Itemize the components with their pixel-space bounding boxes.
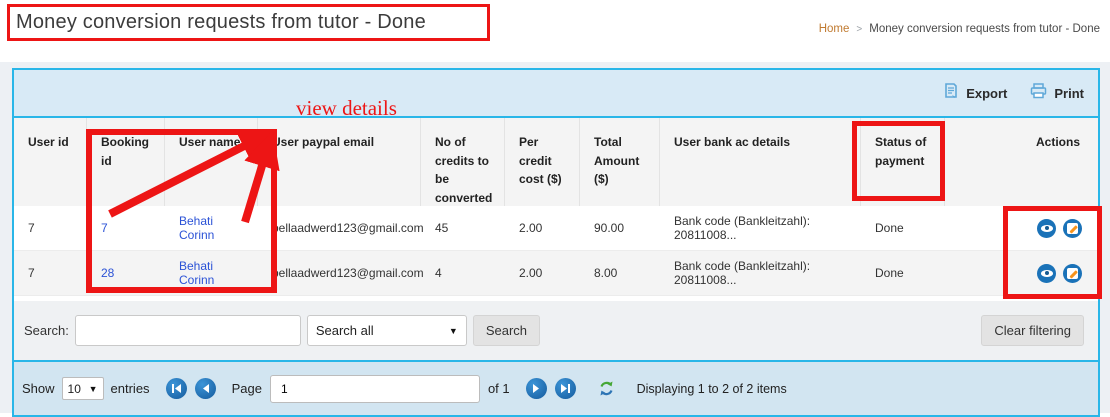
cell-bank-details: Bank code (Bankleitzahl): 20811008... [660, 206, 861, 250]
show-label: Show [22, 381, 55, 396]
breadcrumb-home-link[interactable]: Home [819, 23, 850, 35]
cell-per-credit-cost: 2.00 [505, 206, 580, 250]
breadcrumb-separator: > [856, 24, 862, 35]
cell-total-amount: 8.00 [580, 251, 660, 295]
search-filter-select[interactable]: Search all ▼ [307, 315, 467, 346]
eye-pupil-icon [1045, 226, 1049, 230]
cell-per-credit-cost: 2.00 [505, 251, 580, 295]
col-header-bank-details: User bank ac details [660, 118, 861, 206]
cell-total-amount: 90.00 [580, 206, 660, 250]
next-page-icon [531, 383, 542, 394]
cell-status: Done [861, 206, 945, 250]
print-button[interactable]: Print [1029, 82, 1084, 105]
cell-booking-id: 7 [87, 206, 165, 250]
cell-booking-id: 28 [87, 251, 165, 295]
cell-user-name: Behati Corinn [165, 251, 258, 295]
cell-actions [945, 251, 1098, 295]
entries-select[interactable]: 10 ▼ [62, 377, 104, 400]
cell-user-id: 7 [14, 251, 87, 295]
entries-value: 10 [68, 382, 81, 396]
col-header-user-name: User name [165, 118, 258, 206]
edit-icon[interactable] [1063, 219, 1082, 238]
view-icon[interactable] [1037, 264, 1056, 283]
page-header: Money conversion requests from tutor - D… [0, 0, 1110, 62]
chevron-down-icon: ▼ [449, 326, 458, 336]
booking-id-link[interactable]: 7 [101, 221, 108, 235]
table-toolbar: Export Print [14, 70, 1098, 118]
cell-status: Done [861, 251, 945, 295]
col-header-status: Status of payment [861, 118, 945, 206]
user-name-link[interactable]: Behati Corinn [179, 259, 250, 287]
table-header-row: User id Booking id User name User paypal… [14, 118, 1098, 206]
edit-icon[interactable] [1063, 264, 1082, 283]
user-name-link[interactable]: Behati Corinn [179, 214, 250, 242]
cell-bank-details: Bank code (Bankleitzahl): 20811008... [660, 251, 861, 295]
first-page-icon [171, 383, 182, 394]
eye-pupil-icon [1045, 271, 1049, 275]
refresh-icon [598, 380, 615, 397]
prev-page-button[interactable] [195, 378, 216, 399]
cell-paypal-email: bellaadwerd123@gmail.com [258, 206, 421, 250]
content-panel: Export Print User id Booking id User nam… [12, 68, 1100, 417]
page-label: Page [232, 381, 262, 396]
page-of-label: of 1 [488, 381, 510, 396]
booking-id-link[interactable]: 28 [101, 266, 114, 280]
view-icon[interactable] [1037, 219, 1056, 238]
search-label: Search: [24, 323, 69, 338]
col-header-credits: No of credits to be converted [421, 118, 505, 206]
search-bar: Search: Search all ▼ Search Clear filter… [14, 301, 1098, 360]
search-input[interactable] [75, 315, 301, 346]
refresh-button[interactable] [598, 380, 615, 397]
chevron-down-icon: ▼ [89, 384, 98, 394]
cell-user-name: Behati Corinn [165, 206, 258, 250]
col-header-total-amount: Total Amount ($) [580, 118, 660, 206]
pagination-status: Displaying 1 to 2 of 2 items [637, 382, 787, 396]
cell-paypal-email: bellaadwerd123@gmail.com [258, 251, 421, 295]
export-label: Export [966, 86, 1007, 101]
export-icon [942, 82, 960, 105]
cell-actions [945, 206, 1098, 250]
cell-credits: 45 [421, 206, 505, 250]
last-page-icon [560, 383, 571, 394]
cell-user-id: 7 [14, 206, 87, 250]
cell-credits: 4 [421, 251, 505, 295]
col-header-actions: Actions [945, 118, 1098, 206]
table-row: 7 7 Behati Corinn bellaadwerd123@gmail.c… [14, 206, 1098, 251]
breadcrumb-current: Money conversion requests from tutor - D… [869, 23, 1100, 35]
prev-page-icon [200, 383, 211, 394]
entries-label: entries [111, 381, 150, 396]
breadcrumb: Home > Money conversion requests from tu… [819, 23, 1100, 35]
col-header-user-id: User id [14, 118, 87, 206]
pagination-bar: Show 10 ▼ entries Page of 1 Displaying 1… [14, 360, 1098, 415]
print-icon [1029, 82, 1048, 105]
last-page-button[interactable] [555, 378, 576, 399]
col-header-paypal-email: User paypal email [258, 118, 421, 206]
col-header-per-credit-cost: Per credit cost ($) [505, 118, 580, 206]
table-row: 7 28 Behati Corinn bellaadwerd123@gmail.… [14, 251, 1098, 296]
page-number-input[interactable] [270, 375, 480, 403]
clear-filtering-button[interactable]: Clear filtering [981, 315, 1084, 346]
export-button[interactable]: Export [942, 82, 1007, 105]
next-page-button[interactable] [526, 378, 547, 399]
print-label: Print [1054, 86, 1084, 101]
search-filter-value: Search all [316, 323, 374, 338]
first-page-button[interactable] [166, 378, 187, 399]
col-header-booking-id: Booking id [87, 118, 165, 206]
search-button[interactable]: Search [473, 315, 540, 346]
page-title: Money conversion requests from tutor - D… [16, 11, 426, 34]
data-table: User id Booking id User name User paypal… [14, 118, 1098, 296]
